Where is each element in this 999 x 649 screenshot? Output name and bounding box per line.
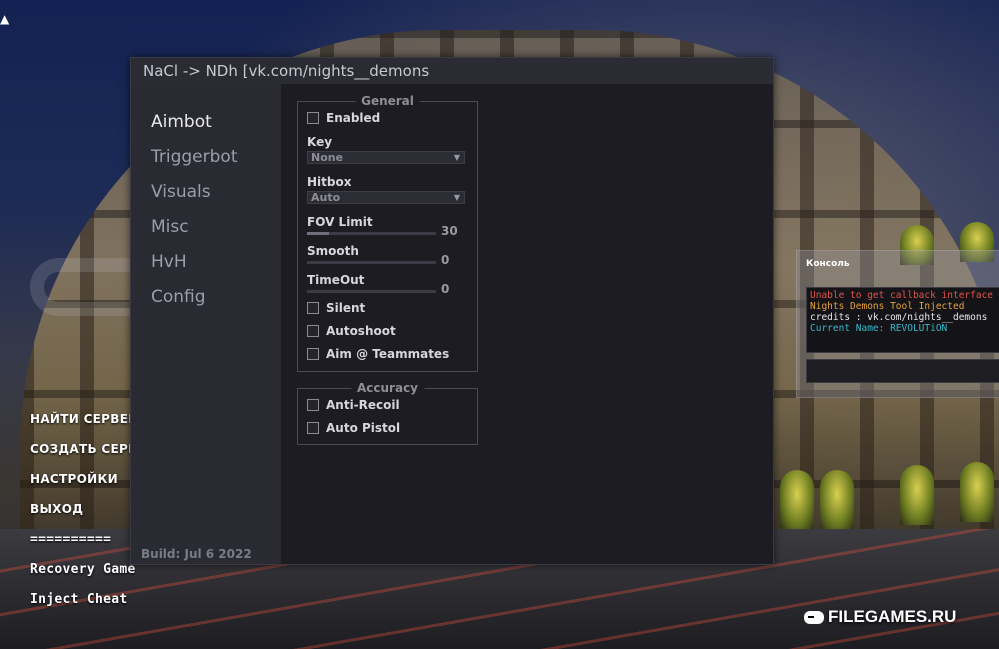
menu-find-server[interactable]: НАЙТИ СЕРВЕР — [30, 412, 137, 426]
hitbox-label: Hitbox — [307, 175, 352, 189]
hitbox-select-value: Auto — [311, 191, 341, 204]
log-line: Current Name: REVOLUTiON — [810, 323, 948, 334]
smooth-slider[interactable] — [307, 261, 436, 264]
log-line: credits : vk.com/nights__demons — [810, 312, 988, 323]
aim-teammates-checkbox-row[interactable]: Aim @ Teammates — [307, 347, 449, 361]
smooth-label: Smooth — [307, 244, 359, 258]
content-panel: General Enabled Key None ▼ Hitbox Auto ▼… — [281, 84, 773, 564]
console-window: Консоль Unable to get callback interface… — [796, 250, 999, 398]
menu-recovery-game[interactable]: Recovery Game — [30, 562, 136, 577]
fov-limit-slider-fill — [307, 232, 329, 235]
auto-pistol-checkbox[interactable] — [307, 422, 319, 434]
key-select-value: None — [311, 151, 344, 164]
accuracy-group: Accuracy Anti-Recoil Auto Pistol — [297, 381, 478, 445]
fov-limit-label: FOV Limit — [307, 215, 373, 229]
smooth-value: 0 — [441, 253, 450, 267]
log-line: Unable to get callback interface — [810, 290, 994, 301]
general-group: General Enabled Key None ▼ Hitbox Auto ▼… — [297, 94, 478, 372]
menu-inject-cheat[interactable]: Inject Cheat — [30, 592, 128, 607]
sidebar-item-misc[interactable]: Misc — [151, 217, 189, 237]
cheat-window: NaCl -> NDh [vk.com/nights__demons Aimbo… — [130, 57, 774, 565]
key-select[interactable]: None ▼ — [307, 151, 465, 164]
chevron-down-icon: ▼ — [453, 193, 460, 202]
aim-teammates-label: Aim @ Teammates — [326, 347, 450, 361]
autoshoot-checkbox[interactable] — [307, 325, 319, 337]
console-title: Консоль — [806, 259, 850, 269]
general-group-title: General — [355, 94, 420, 108]
accuracy-group-title: Accuracy — [350, 381, 425, 395]
fov-limit-slider[interactable] — [307, 232, 436, 235]
arch — [820, 470, 854, 530]
anti-recoil-label: Anti-Recoil — [326, 398, 400, 412]
log-line: Nights Demons Tool Injected — [810, 301, 965, 312]
console-input[interactable] — [806, 359, 999, 383]
console-log: Unable to get callback interface Nights … — [806, 287, 999, 353]
watermark-text: FILEGAMES.RU — [828, 607, 957, 626]
sidebar-item-visuals[interactable]: Visuals — [151, 182, 211, 202]
arch — [900, 465, 934, 525]
menu-separator: ========== — [30, 532, 112, 547]
sidebar: Aimbot Triggerbot Visuals Misc HvH Confi… — [131, 84, 281, 564]
aim-teammates-checkbox[interactable] — [307, 348, 319, 360]
silent-checkbox[interactable] — [307, 302, 319, 314]
autoshoot-label: Autoshoot — [326, 324, 396, 338]
game-logo — [30, 258, 130, 316]
hitbox-select[interactable]: Auto ▼ — [307, 191, 465, 204]
filegames-watermark: FILEGAMES.RU — [804, 607, 956, 627]
fov-limit-value: 30 — [441, 224, 458, 238]
chevron-down-icon: ▼ — [453, 153, 460, 162]
sidebar-item-config[interactable]: Config — [151, 287, 206, 307]
timeout-label: TimeOut — [307, 273, 365, 287]
arch — [780, 470, 814, 530]
timeout-value: 0 — [441, 282, 450, 296]
menu-settings[interactable]: НАСТРОЙКИ — [30, 472, 118, 486]
auto-pistol-label: Auto Pistol — [326, 421, 401, 435]
enabled-checkbox-row[interactable]: Enabled — [307, 111, 380, 125]
sidebar-item-triggerbot[interactable]: Triggerbot — [151, 147, 238, 167]
silent-label: Silent — [326, 301, 366, 315]
sidebar-item-hvh[interactable]: HvH — [151, 252, 187, 272]
enabled-label: Enabled — [326, 111, 381, 125]
window-title[interactable]: NaCl -> NDh [vk.com/nights__demons — [131, 58, 773, 84]
sidebar-item-aimbot[interactable]: Aimbot — [151, 112, 212, 132]
menu-exit[interactable]: ВЫХОД — [30, 502, 83, 516]
mouse-cursor-icon: ▲ — [0, 12, 10, 26]
anti-recoil-checkbox[interactable] — [307, 399, 319, 411]
enabled-checkbox[interactable] — [307, 112, 319, 124]
timeout-slider[interactable] — [307, 290, 436, 293]
auto-pistol-checkbox-row[interactable]: Auto Pistol — [307, 421, 400, 435]
build-label: Build: Jul 6 2022 — [141, 547, 252, 561]
anti-recoil-checkbox-row[interactable]: Anti-Recoil — [307, 398, 400, 412]
autoshoot-checkbox-row[interactable]: Autoshoot — [307, 324, 396, 338]
key-label: Key — [307, 135, 333, 149]
gamepad-icon — [804, 610, 824, 624]
silent-checkbox-row[interactable]: Silent — [307, 301, 365, 315]
arch — [960, 462, 994, 522]
